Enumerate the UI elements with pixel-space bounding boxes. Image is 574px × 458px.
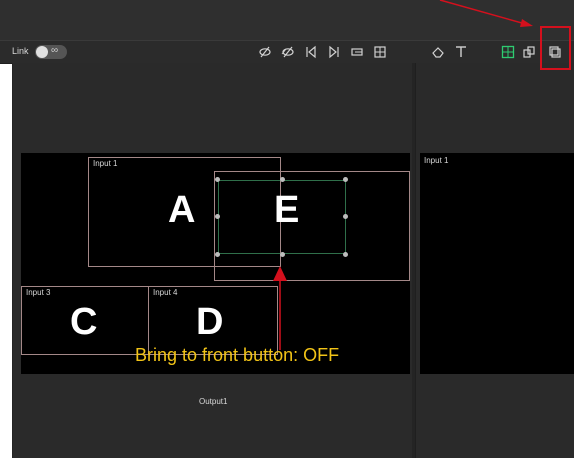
app-root: Link ∞ Input 1 A E Input 3 C Input 4 D O… xyxy=(0,0,574,458)
annotation-text: Bring to front button: OFF xyxy=(135,345,340,365)
annotation-arrow-top xyxy=(439,0,530,26)
highlight-box xyxy=(540,26,571,70)
arrowhead-icon xyxy=(273,266,287,281)
arrowhead-icon xyxy=(520,19,533,27)
annotation-overlay xyxy=(273,0,533,350)
